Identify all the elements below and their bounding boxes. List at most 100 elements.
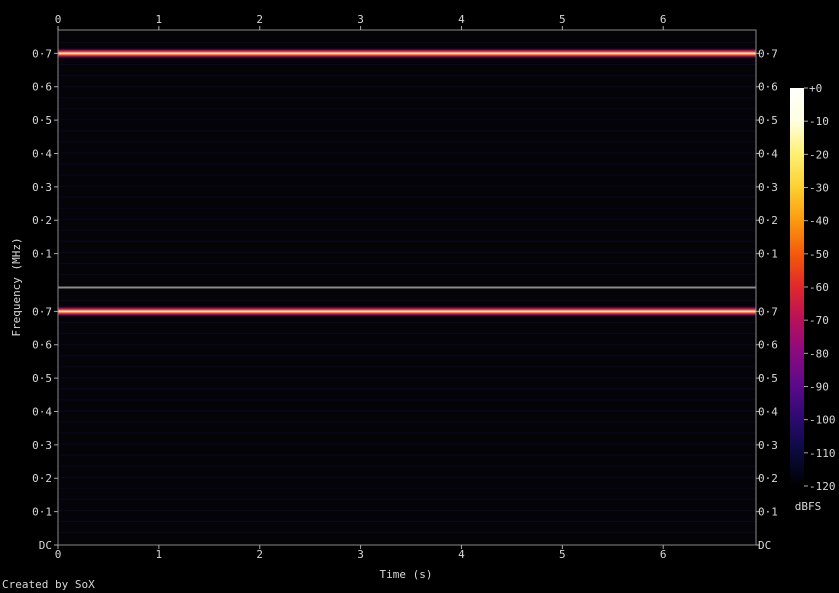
- x-tick-label-top: 4: [458, 13, 465, 26]
- noise-streak: [58, 498, 756, 500]
- noise-streak: [58, 421, 756, 423]
- colorbar-label: dBFS: [795, 500, 822, 513]
- y-tick-label-right: 0·7: [758, 47, 778, 60]
- y-tick-label-left: 0·1: [32, 248, 52, 261]
- x-tick-label-top: 2: [256, 13, 263, 26]
- spectrogram-figure: 0·1 0·1 0·2 0·2 0·3 0·3 0·4 0·4 0·5 0·5 0·6 0·6 0·7 0…: [10, 13, 836, 581]
- noise-streak: [58, 174, 756, 176]
- y-tick-label-left: 0·4: [32, 405, 52, 418]
- y-tick-label-right: 0·4: [758, 147, 778, 160]
- noise-streak: [58, 355, 756, 357]
- x-axis-top: 0 1 2 3 4 5 6: [55, 13, 667, 30]
- colorbar-tick-label: -120: [809, 480, 836, 493]
- noise-streak: [58, 130, 756, 132]
- spectrogram-background: [58, 30, 756, 287]
- x-tick-label-top: 1: [156, 13, 163, 26]
- x-tick-label-top: 6: [660, 13, 667, 26]
- noise-streak: [58, 229, 756, 231]
- noise-streak: [58, 251, 756, 253]
- y-tick-label-right: 0·2: [758, 472, 778, 485]
- noise-streak: [58, 532, 756, 533]
- noise-streak: [58, 185, 756, 187]
- colorbar-tick-label: -90: [809, 381, 829, 394]
- noise-streak: [58, 399, 756, 401]
- colorbar-tick-label: -70: [809, 314, 829, 327]
- colorbar: +0 -10 -20 -30 -40 -50 -60 -70 -80 -90 -100 -110 -12…: [790, 82, 836, 513]
- noise-streak: [58, 262, 756, 264]
- x-tick-label-bottom: 5: [559, 548, 566, 561]
- y-tick-label-left: 0·1: [32, 506, 52, 519]
- y-tick-label-left: DC: [39, 539, 52, 552]
- noise-streak: [58, 520, 756, 522]
- y-tick-label-right: 0·1: [758, 248, 778, 261]
- x-tick-label-top: 3: [357, 13, 364, 26]
- y-tick-label-left: 0·4: [32, 147, 52, 160]
- noise-streak: [58, 487, 756, 489]
- channel-2-spectrogram: DC DC 0·1 0·1 0·2 0·2 0·3 0·3 0·4 0·4 0·5 0·5 0·6 0·6…: [32, 287, 778, 552]
- y-tick-label-left: 0·6: [32, 81, 52, 94]
- noise-streak: [58, 108, 756, 110]
- credit-text: Created by SoX: [2, 578, 95, 591]
- x-tick-label-bottom: 1: [156, 548, 163, 561]
- colorbar-tick-label: -100: [809, 414, 836, 427]
- noise-streak: [58, 152, 756, 154]
- noise-streak: [58, 218, 756, 220]
- noise-streak: [58, 300, 756, 301]
- noise-streak: [58, 509, 756, 511]
- y-tick-label-right: 0·3: [758, 439, 778, 452]
- colorbar-tick-label: -80: [809, 347, 829, 360]
- channel-1-spectrogram: 0·1 0·1 0·2 0·2 0·3 0·3 0·4 0·4 0·5 0·5 0·6 0·6 0·7 0…: [32, 29, 778, 288]
- y-tick-label-right: 0·6: [758, 81, 778, 94]
- x-tick-label-bottom: 0: [55, 548, 62, 561]
- x-tick-label-top: 0: [55, 13, 62, 26]
- x-tick-label-bottom: 6: [660, 548, 667, 561]
- y-tick-label-right: 0·4: [758, 405, 778, 418]
- noise-streak: [58, 333, 756, 335]
- noise-streak: [58, 454, 756, 456]
- noise-streak: [58, 163, 756, 165]
- noise-streak: [58, 42, 756, 43]
- y-tick-label-left: 0·6: [32, 339, 52, 352]
- y-tick-label-right: 0·2: [758, 214, 778, 227]
- noise-streak: [58, 86, 756, 88]
- tone-band: [58, 306, 756, 317]
- noise-streak: [58, 274, 756, 275]
- x-tick-label-bottom: 4: [458, 548, 465, 561]
- colorbar-tick-label: -20: [809, 148, 829, 161]
- tone-band: [58, 48, 756, 59]
- y-tick-label-right: 0·3: [758, 181, 778, 194]
- noise-streak: [58, 97, 756, 99]
- colorbar-tick-label: -40: [809, 215, 829, 228]
- colorbar-tick-label: -50: [809, 248, 829, 261]
- noise-streak: [58, 366, 756, 368]
- noise-streak: [58, 465, 756, 467]
- noise-streak: [58, 196, 756, 198]
- y-tick-label-left: 0·5: [32, 114, 52, 127]
- noise-streak: [58, 119, 756, 121]
- colorbar-tick-label: -10: [809, 115, 829, 128]
- x-axis-bottom: 0 1 2 3 4 5 6: [55, 545, 667, 561]
- y-tick-label-left: 0·2: [32, 472, 52, 485]
- y-tick-label-right: 0·7: [758, 305, 778, 318]
- y-axis-label: Frequency (MHz): [10, 237, 23, 336]
- noise-streak: [58, 443, 756, 445]
- colorbar-tick-label: -30: [809, 182, 829, 195]
- noise-streak: [58, 344, 756, 346]
- y-tick-label-right: 0·1: [758, 506, 778, 519]
- y-tick-label-right: 0·5: [758, 114, 778, 127]
- noise-streak: [58, 377, 756, 379]
- colorbar-tick-label: -60: [809, 281, 829, 294]
- spectrogram-background: [58, 288, 756, 545]
- y-tick-label-left: 0·3: [32, 181, 52, 194]
- noise-streak: [58, 410, 756, 412]
- noise-streak: [58, 476, 756, 478]
- x-tick-label-bottom: 2: [256, 548, 263, 561]
- colorbar-tick-label: +0: [809, 82, 822, 95]
- y-tick-label-left: 0·2: [32, 214, 52, 227]
- y-tick-label-left: 0·3: [32, 439, 52, 452]
- y-tick-label-left: 0·7: [32, 305, 52, 318]
- y-tick-label-right: 0·5: [758, 372, 778, 385]
- colorbar-gradient: [790, 88, 804, 486]
- y-tick-label-left: 0·7: [32, 47, 52, 60]
- noise-streak: [58, 207, 756, 209]
